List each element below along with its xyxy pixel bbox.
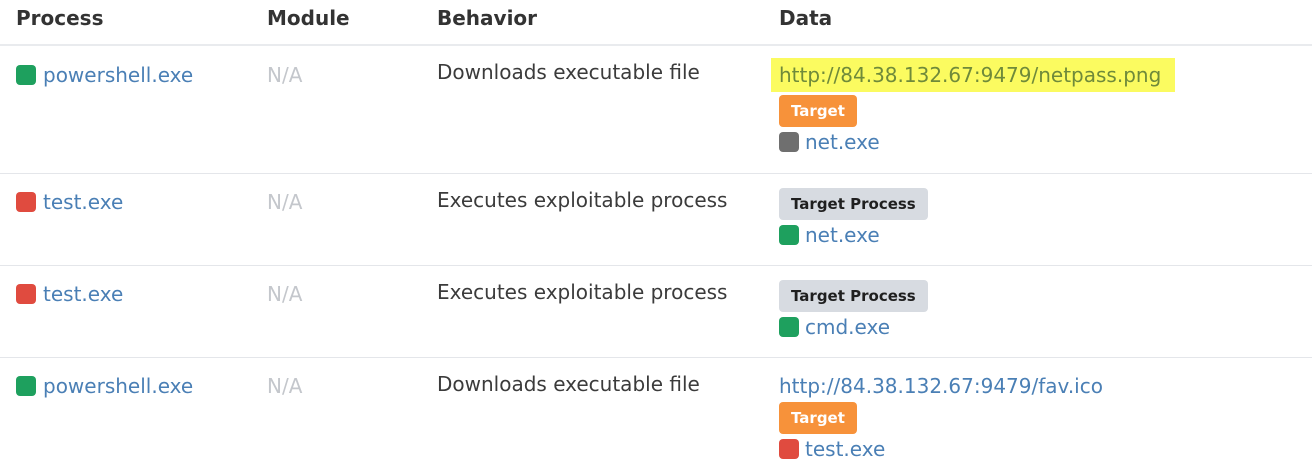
process-status-icon bbox=[16, 65, 36, 85]
behavior-cell: Downloads executable file bbox=[437, 60, 700, 84]
target-process-link[interactable]: cmd.exe bbox=[805, 314, 890, 340]
target-process-icon bbox=[779, 225, 799, 245]
data-url-link[interactable]: http://84.38.132.67:9479/netpass.png bbox=[771, 58, 1176, 92]
behavior-cell: Executes exploitable process bbox=[437, 188, 728, 212]
process-cell: powershell.exe bbox=[16, 373, 193, 399]
target-badge: Target bbox=[779, 95, 857, 127]
target-process-icon bbox=[779, 132, 799, 152]
column-header-data[interactable]: Data bbox=[779, 6, 832, 30]
table-header: Process Module Behavior Data bbox=[0, 0, 1312, 46]
target-process-icon bbox=[779, 439, 799, 459]
table-row: powershell.exe N/A Downloads executable … bbox=[0, 46, 1312, 174]
process-status-icon bbox=[16, 376, 36, 396]
data-url-link[interactable]: http://84.38.132.67:9479/fav.ico bbox=[779, 373, 1103, 399]
process-link[interactable]: powershell.exe bbox=[43, 373, 193, 399]
data-cell: http://84.38.132.67:9479/netpass.png Tar… bbox=[771, 58, 1176, 155]
data-cell: Target Process cmd.exe bbox=[779, 280, 928, 340]
data-cell: Target Process net.exe bbox=[779, 188, 928, 248]
process-cell: test.exe bbox=[16, 281, 123, 307]
process-status-icon bbox=[16, 284, 36, 304]
target-process-link[interactable]: net.exe bbox=[805, 222, 880, 248]
behavior-cell: Executes exploitable process bbox=[437, 280, 728, 304]
process-link[interactable]: powershell.exe bbox=[43, 62, 193, 88]
table-row: powershell.exe N/A Downloads executable … bbox=[0, 358, 1312, 470]
module-cell: N/A bbox=[267, 282, 303, 306]
column-header-module[interactable]: Module bbox=[267, 6, 350, 30]
column-header-behavior[interactable]: Behavior bbox=[437, 6, 537, 30]
target-process-link[interactable]: net.exe bbox=[805, 129, 880, 155]
target-badge: Target bbox=[779, 402, 857, 434]
data-cell: http://84.38.132.67:9479/fav.ico Target … bbox=[779, 373, 1103, 462]
table-row: test.exe N/A Executes exploitable proces… bbox=[0, 174, 1312, 266]
target-process-badge: Target Process bbox=[779, 280, 928, 312]
target-process-link[interactable]: test.exe bbox=[805, 436, 885, 462]
process-link[interactable]: test.exe bbox=[43, 281, 123, 307]
table-row: test.exe N/A Executes exploitable proces… bbox=[0, 266, 1312, 358]
target-process-badge: Target Process bbox=[779, 188, 928, 220]
module-cell: N/A bbox=[267, 190, 303, 214]
process-cell: test.exe bbox=[16, 189, 123, 215]
module-cell: N/A bbox=[267, 63, 303, 87]
process-cell: powershell.exe bbox=[16, 62, 193, 88]
process-link[interactable]: test.exe bbox=[43, 189, 123, 215]
target-process-icon bbox=[779, 317, 799, 337]
process-status-icon bbox=[16, 192, 36, 212]
column-header-process[interactable]: Process bbox=[16, 6, 104, 30]
module-cell: N/A bbox=[267, 374, 303, 398]
behavior-cell: Downloads executable file bbox=[437, 372, 700, 396]
behavior-table: Process Module Behavior Data powershell.… bbox=[0, 0, 1312, 470]
